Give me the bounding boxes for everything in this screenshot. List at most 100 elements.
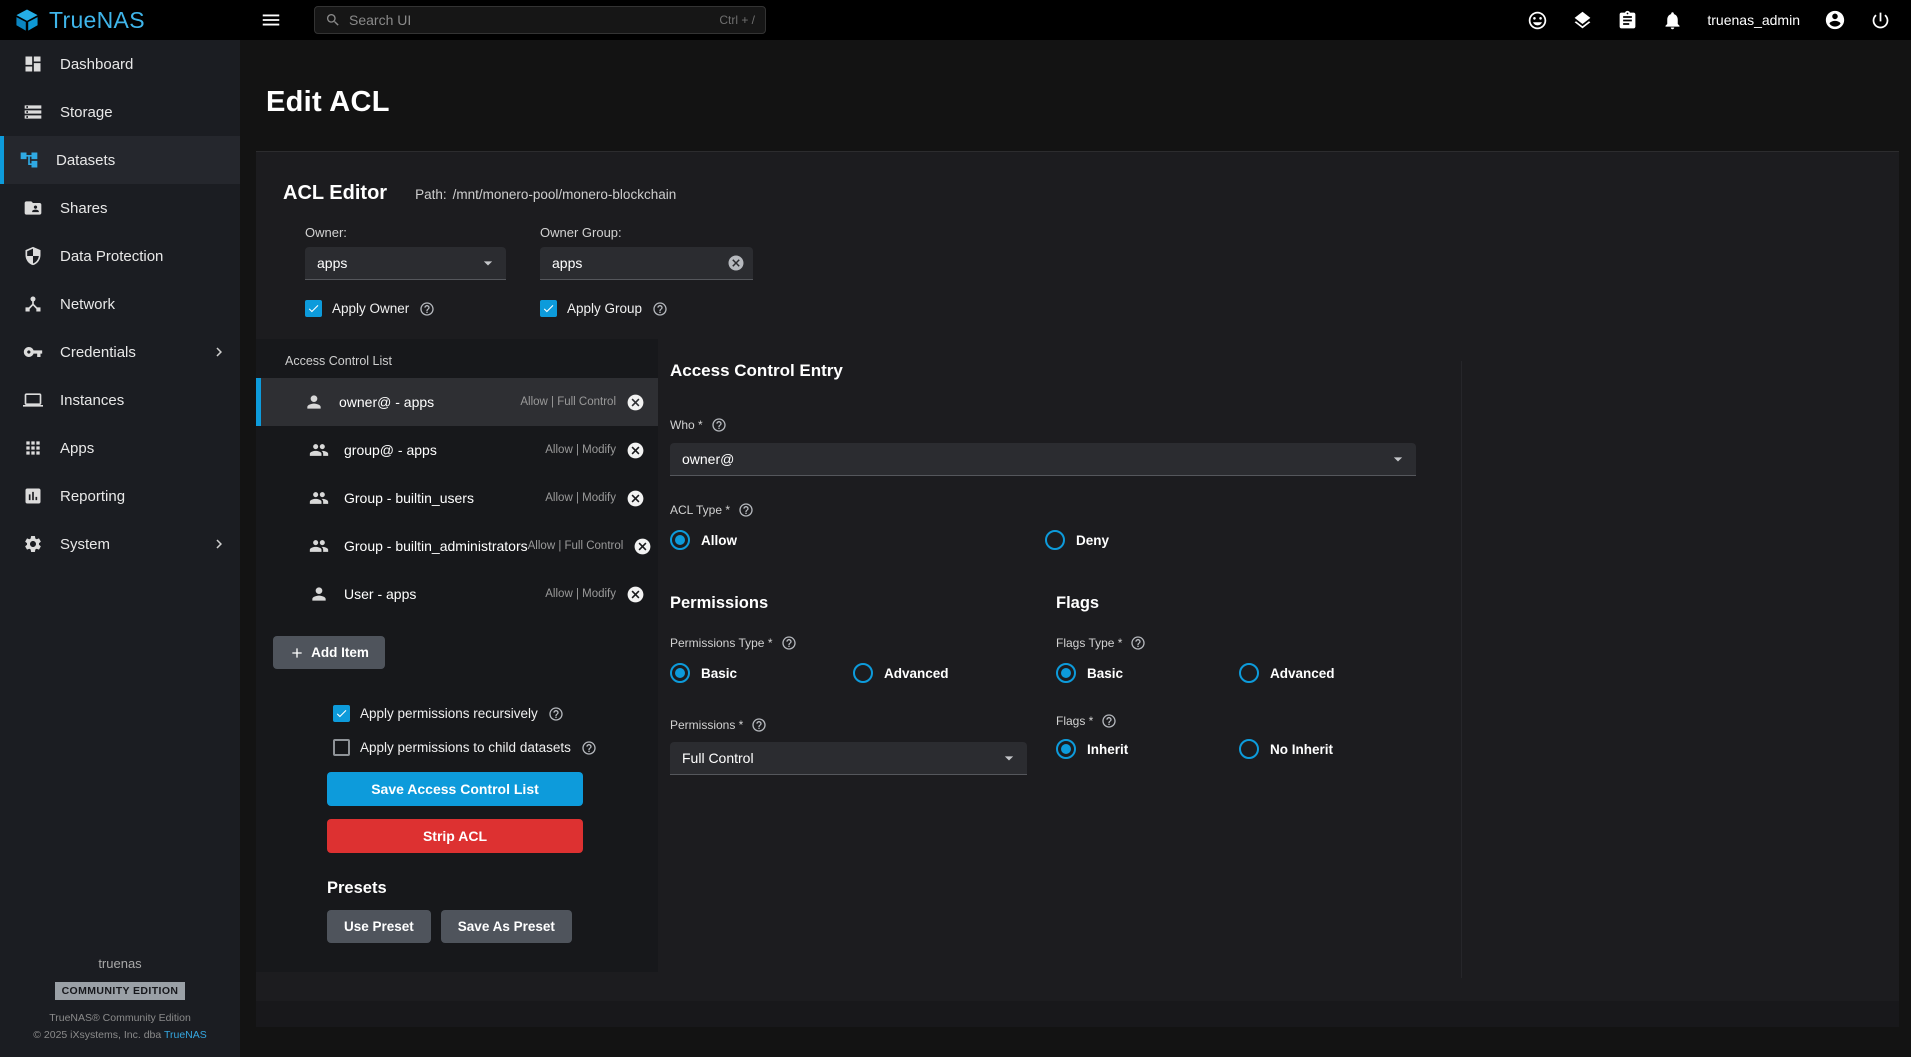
radio-permissions-advanced[interactable]: Advanced: [853, 663, 949, 683]
apply-group-checkbox[interactable]: Apply Group: [540, 300, 668, 317]
copyright-brand-link[interactable]: TrueNAS: [164, 1029, 207, 1041]
remove-entry-icon[interactable]: [626, 393, 645, 412]
computer-icon: [23, 390, 43, 410]
edition-footer-line: TrueNAS® Community Edition: [0, 1012, 240, 1024]
sidebar-item-shares[interactable]: Shares: [0, 184, 240, 232]
owner-group-label: Owner Group:: [540, 225, 753, 240]
radio-unselected-icon: [1045, 530, 1065, 550]
who-field-label-row: Who *: [670, 417, 1421, 433]
user-account-icon[interactable]: [1824, 9, 1846, 31]
help-icon[interactable]: [419, 301, 435, 317]
truenas-logo[interactable]: TrueNAS: [0, 7, 240, 34]
radio-allow[interactable]: Allow: [670, 530, 1045, 550]
chevron-right-icon: [210, 343, 228, 361]
layers-icon[interactable]: [1572, 10, 1593, 31]
owner-label: Owner:: [305, 225, 506, 240]
alerts-bell-icon[interactable]: [1662, 10, 1683, 31]
help-icon[interactable]: [581, 740, 597, 756]
sidebar-item-storage[interactable]: Storage: [0, 88, 240, 136]
help-icon[interactable]: [781, 635, 797, 651]
acl-type-label: ACL Type *: [670, 503, 730, 517]
acl-type-label-row: ACL Type *: [670, 502, 1421, 518]
owner-group-input[interactable]: apps: [540, 247, 753, 280]
sidebar-item-credentials[interactable]: Credentials: [0, 328, 240, 376]
dataset-path: Path: /mnt/monero-pool/monero-blockchain: [415, 187, 676, 202]
owner-group-field: Owner Group: apps: [540, 225, 753, 280]
network-hub-icon: [23, 294, 43, 314]
radio-unselected-icon: [1239, 739, 1259, 759]
acl-entry-who: group@ - apps: [344, 442, 437, 458]
help-icon[interactable]: [751, 717, 767, 733]
shield-icon: [23, 246, 43, 266]
power-icon[interactable]: [1870, 10, 1891, 31]
jobs-clipboard-icon[interactable]: [1617, 10, 1638, 31]
apps-grid-icon: [23, 438, 43, 458]
feedback-smiley-icon[interactable]: [1527, 10, 1548, 31]
acl-entry-row[interactable]: owner@ - apps Allow | Full Control: [256, 378, 658, 426]
use-preset-button[interactable]: Use Preset: [327, 910, 431, 943]
presets-buttons-row: Use Preset Save As Preset: [327, 910, 658, 943]
sidebar-nav: Dashboard Storage Datasets Shares Data P…: [0, 40, 240, 1057]
remove-entry-icon[interactable]: [633, 537, 652, 556]
radio-permissions-basic[interactable]: Basic: [670, 663, 853, 683]
dashboard-icon: [23, 54, 43, 74]
checkbox-unchecked-icon: [333, 739, 350, 756]
add-item-button[interactable]: Add Item: [273, 636, 385, 669]
who-select[interactable]: owner@: [670, 443, 1416, 476]
permissions-select[interactable]: Full Control: [670, 742, 1027, 775]
apply-owner-label: Apply Owner: [332, 301, 409, 316]
apply-recursively-checkbox[interactable]: Apply permissions recursively: [333, 705, 658, 722]
chevron-down-icon: [478, 253, 498, 273]
clear-owner-group-icon[interactable]: [727, 254, 745, 272]
who-label: Who *: [670, 418, 703, 432]
remove-entry-icon[interactable]: [626, 441, 645, 460]
save-access-control-list-button[interactable]: Save Access Control List: [327, 772, 583, 806]
copyright-line: © 2025 iXsystems, Inc. dba TrueNAS: [0, 1029, 240, 1041]
acl-entry-row[interactable]: group@ - apps Allow | Modify: [256, 426, 658, 474]
help-icon[interactable]: [711, 417, 727, 433]
sidebar-item-data-protection[interactable]: Data Protection: [0, 232, 240, 280]
save-as-preset-button[interactable]: Save As Preset: [441, 910, 572, 943]
owner-select[interactable]: apps: [305, 247, 506, 280]
sidebar-item-network[interactable]: Network: [0, 280, 240, 328]
apply-child-datasets-checkbox[interactable]: Apply permissions to child datasets: [333, 739, 658, 756]
search-box[interactable]: Ctrl + /: [314, 6, 766, 34]
radio-flags-basic[interactable]: Basic: [1056, 663, 1239, 683]
sidebar-item-instances[interactable]: Instances: [0, 376, 240, 424]
remove-entry-icon[interactable]: [626, 489, 645, 508]
sidebar-item-label: Data Protection: [60, 248, 163, 265]
sidebar-item-label: Shares: [60, 200, 108, 217]
help-icon[interactable]: [548, 706, 564, 722]
apply-owner-checkbox[interactable]: Apply Owner: [305, 300, 540, 317]
sidebar-item-dashboard[interactable]: Dashboard: [0, 40, 240, 88]
search-input[interactable]: [349, 12, 711, 28]
chevron-down-icon: [999, 748, 1019, 768]
flags-section-title: Flags: [1056, 594, 1421, 613]
help-icon[interactable]: [1130, 635, 1146, 651]
radio-flags-advanced[interactable]: Advanced: [1239, 663, 1335, 683]
radio-selected-icon: [670, 663, 690, 683]
help-icon[interactable]: [652, 301, 668, 317]
menu-toggle-button[interactable]: [260, 9, 282, 31]
acl-entry-row[interactable]: Group - builtin_users Allow | Modify: [256, 474, 658, 522]
help-icon[interactable]: [738, 502, 754, 518]
sidebar-item-apps[interactable]: Apps: [0, 424, 240, 472]
sidebar-item-system[interactable]: System: [0, 520, 240, 568]
radio-deny[interactable]: Deny: [1045, 530, 1109, 550]
sidebar-item-reporting[interactable]: Reporting: [0, 472, 240, 520]
apply-recursively-label: Apply permissions recursively: [360, 706, 538, 721]
sidebar-item-datasets[interactable]: Datasets: [0, 136, 240, 184]
acl-entry-row[interactable]: Group - builtin_administrators Allow | F…: [256, 522, 658, 570]
radio-unselected-icon: [853, 663, 873, 683]
key-icon: [23, 342, 43, 362]
checkbox-checked-icon: [305, 300, 322, 317]
radio-inherit[interactable]: Inherit: [1056, 739, 1239, 759]
strip-acl-button[interactable]: Strip ACL: [327, 819, 583, 853]
acl-entry-row[interactable]: User - apps Allow | Modify: [256, 570, 658, 618]
radio-no-inherit[interactable]: No Inherit: [1239, 739, 1333, 759]
flags-type-label: Flags Type *: [1056, 636, 1122, 650]
remove-entry-icon[interactable]: [626, 585, 645, 604]
person-icon: [309, 584, 329, 604]
help-icon[interactable]: [1101, 713, 1117, 729]
checkbox-checked-icon: [333, 705, 350, 722]
